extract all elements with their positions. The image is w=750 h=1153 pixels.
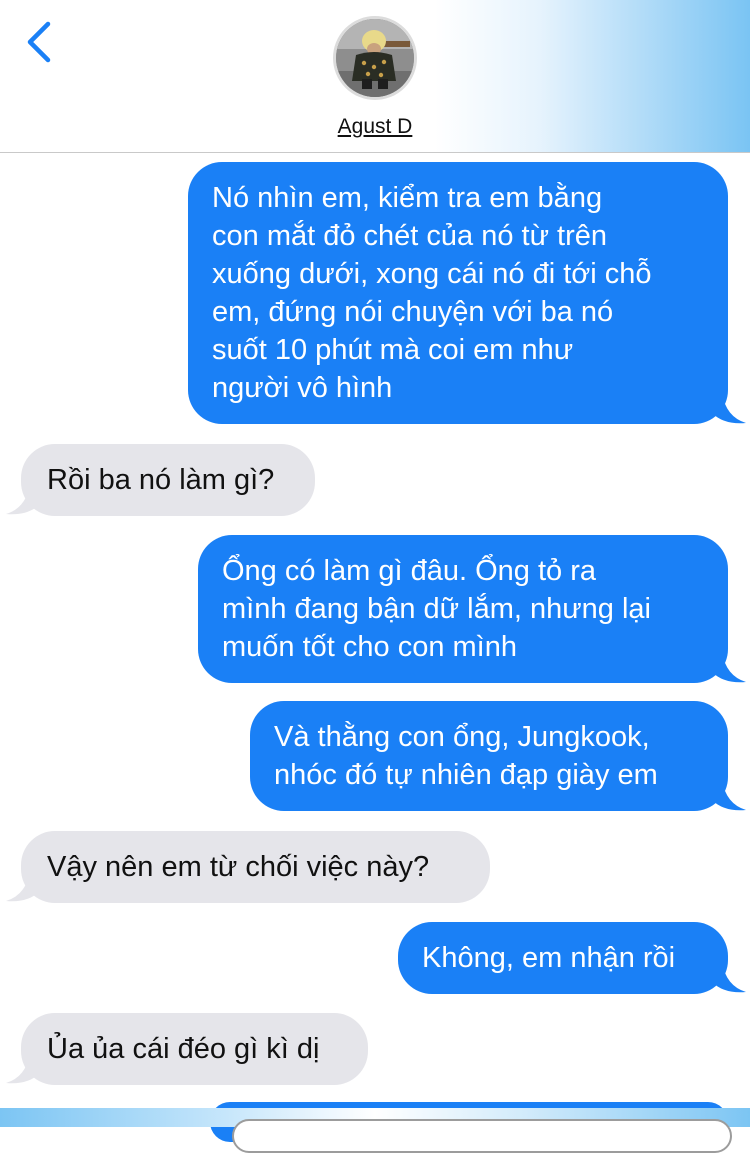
outgoing-message[interactable]: Ổng có làm gì đâu. Ổng tỏ ra mình đang b…	[198, 535, 728, 683]
incoming-message[interactable]: Vậy nên em từ chối việc này?	[21, 831, 490, 903]
outgoing-message[interactable]: Nó nhìn em, kiểm tra em bằng con mắt đỏ …	[188, 162, 728, 424]
outgoing-message[interactable]: Không, em nhận rồi	[398, 922, 728, 994]
incoming-message[interactable]: Rồi ba nó làm gì?	[21, 444, 315, 516]
incoming-bubble-tail	[6, 484, 40, 515]
outgoing-bubble-tail	[712, 962, 746, 993]
outgoing-bubble-tail	[712, 652, 746, 683]
incoming-message[interactable]: Ủa ủa cái đéo gì kì dị	[21, 1013, 368, 1085]
message-thread[interactable]: Nó nhìn em, kiểm tra em bằng con mắt đỏ …	[0, 153, 750, 1127]
outgoing-message[interactable]: Và thằng con ổng, Jungkook, nhóc đó tự n…	[250, 701, 728, 811]
contact-avatar[interactable]	[333, 16, 417, 100]
incoming-bubble-tail	[6, 871, 40, 902]
avatar-photo	[336, 19, 414, 97]
outgoing-bubble-tail	[712, 780, 746, 811]
message-input[interactable]	[232, 1119, 732, 1153]
outgoing-bubble-tail	[712, 393, 746, 424]
conversation-header: Agust D	[0, 0, 750, 153]
back-button[interactable]	[18, 18, 62, 66]
chevron-left-icon	[27, 21, 51, 63]
incoming-bubble-tail	[6, 1053, 40, 1084]
contact-name[interactable]: Agust D	[0, 115, 750, 139]
